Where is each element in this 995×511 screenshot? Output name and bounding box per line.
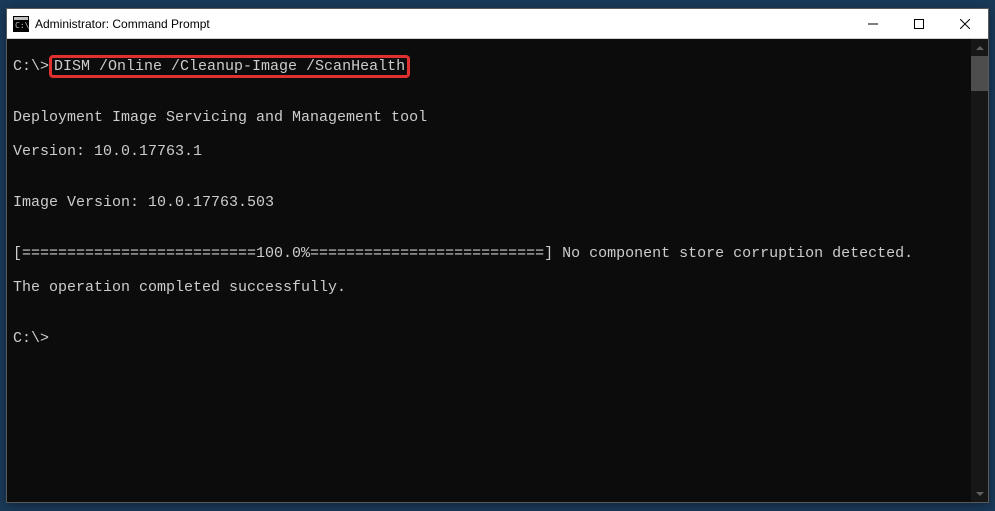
scroll-up-arrow-icon[interactable] — [971, 39, 988, 56]
terminal-output: C:\>DISM /Online /Cleanup-Image /ScanHea… — [7, 41, 971, 381]
close-button[interactable] — [942, 9, 988, 38]
vertical-scrollbar[interactable] — [971, 39, 988, 502]
output-line: Deployment Image Servicing and Managemen… — [13, 109, 971, 126]
output-line: [==========================100.0%=======… — [13, 245, 971, 262]
output-line: The operation completed successfully. — [13, 279, 971, 296]
cmd-icon: C:\ — [13, 16, 29, 32]
terminal[interactable]: C:\>DISM /Online /Cleanup-Image /ScanHea… — [7, 39, 971, 502]
window-controls — [850, 9, 988, 38]
command-prompt-window: C:\ Administrator: Command Prompt C:\>DI… — [6, 8, 989, 503]
output-line: Version: 10.0.17763.1 — [13, 143, 971, 160]
prompt-path: C:\> — [13, 330, 971, 347]
command-highlight: DISM /Online /Cleanup-Image /ScanHealth — [49, 55, 410, 78]
prompt-path: C:\> — [13, 58, 49, 75]
titlebar[interactable]: C:\ Administrator: Command Prompt — [7, 9, 988, 39]
maximize-button[interactable] — [896, 9, 942, 38]
scrollbar-thumb[interactable] — [971, 56, 988, 91]
window-title: Administrator: Command Prompt — [35, 17, 850, 31]
output-line: Image Version: 10.0.17763.503 — [13, 194, 971, 211]
minimize-button[interactable] — [850, 9, 896, 38]
terminal-client-area: C:\>DISM /Online /Cleanup-Image /ScanHea… — [7, 39, 988, 502]
svg-text:C:\: C:\ — [15, 21, 29, 30]
scroll-down-arrow-icon[interactable] — [971, 485, 988, 502]
